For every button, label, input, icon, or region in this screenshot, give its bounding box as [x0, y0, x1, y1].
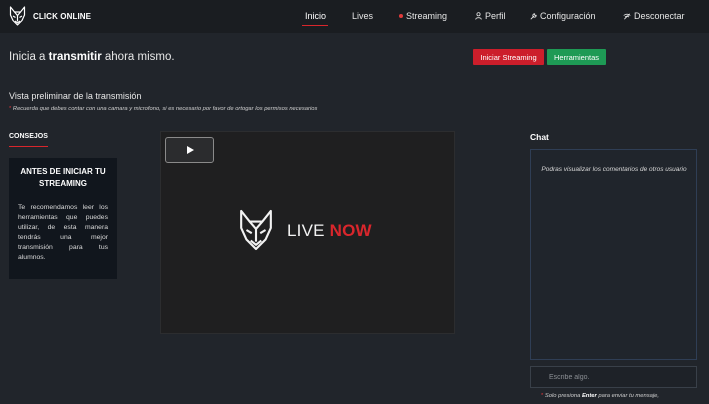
nav-desconectar[interactable]: Desconectar	[623, 11, 685, 21]
nav-perfil[interactable]: Perfil	[475, 11, 506, 21]
brand-name: CLICK ONLINE	[33, 11, 92, 21]
chat-empty-message: Podras visualizar los comentarios de otr…	[541, 166, 687, 173]
chat-messages[interactable]: Podras visualizar los comentarios de otr…	[530, 149, 697, 360]
nav-desconectar-label: Desconectar	[634, 11, 685, 21]
fox-logo-icon	[240, 209, 272, 251]
nav-configuracion-label: Configuración	[540, 11, 596, 21]
start-streaming-button[interactable]: Iniciar Streaming	[473, 49, 544, 65]
tip-card: ANTES DE INICIAR TU STREAMING Te recomen…	[9, 158, 117, 279]
nav-configuracion[interactable]: Configuración	[530, 11, 596, 21]
video-preview[interactable]: LIVE NOW	[160, 131, 455, 334]
tip-card-body: Te recomendamos leer los herramientas qu…	[18, 204, 108, 261]
now-word: NOW	[329, 221, 372, 240]
live-now-text: LIVE NOW	[287, 221, 372, 241]
chat-input[interactable]	[530, 366, 697, 388]
preview-note: * Recuerda que debes contar con una cama…	[9, 106, 317, 112]
wrench-icon	[530, 12, 537, 19]
nav-lives-label: Lives	[352, 11, 374, 21]
fox-icon	[9, 6, 26, 26]
nav-inicio[interactable]: Inicio	[305, 11, 326, 21]
tip-card-title: ANTES DE INICIAR TU STREAMING	[20, 167, 106, 188]
nav-streaming[interactable]: Streaming	[399, 11, 447, 21]
heading-emphasis: transmitir	[48, 51, 102, 63]
tools-button[interactable]: Herramientas	[547, 49, 606, 65]
user-icon	[475, 12, 482, 20]
page-heading: Inicia a transmitir ahora mismo.	[9, 51, 175, 63]
signal-icon	[623, 13, 631, 19]
hint-key: Enter	[581, 393, 597, 399]
note-text: Recuerda que debes contar con una camara…	[11, 106, 318, 112]
nav-lives[interactable]: Lives	[352, 11, 373, 21]
chat-heading: Chat	[530, 132, 549, 142]
hint-post: para enviar tu mensaje,	[596, 393, 659, 399]
nav-inicio-label: Inicio	[305, 11, 327, 21]
brand[interactable]: CLICK ONLINE	[9, 6, 91, 26]
heading-suffix: ahora mismo.	[101, 51, 175, 63]
top-navbar: CLICK ONLINE Inicio Lives Streaming Perf…	[0, 0, 709, 33]
chat-hint: * Solo presiona Enter para enviar tu men…	[541, 393, 659, 399]
heading-intro: Inicia a	[9, 51, 49, 63]
hint-pre: Solo presiona	[543, 393, 582, 399]
play-button[interactable]	[165, 137, 214, 163]
nav-active-underline	[302, 25, 328, 26]
tips-heading: CONSEJOS	[9, 133, 48, 140]
nav-perfil-label: Perfil	[485, 11, 506, 21]
live-dot-icon	[399, 14, 403, 18]
nav-streaming-label: Streaming	[406, 11, 448, 21]
tips-underline	[9, 146, 48, 147]
live-word: LIVE	[287, 221, 325, 240]
play-icon	[187, 146, 194, 154]
preview-title: Vista preliminar de la transmisión	[9, 91, 142, 101]
